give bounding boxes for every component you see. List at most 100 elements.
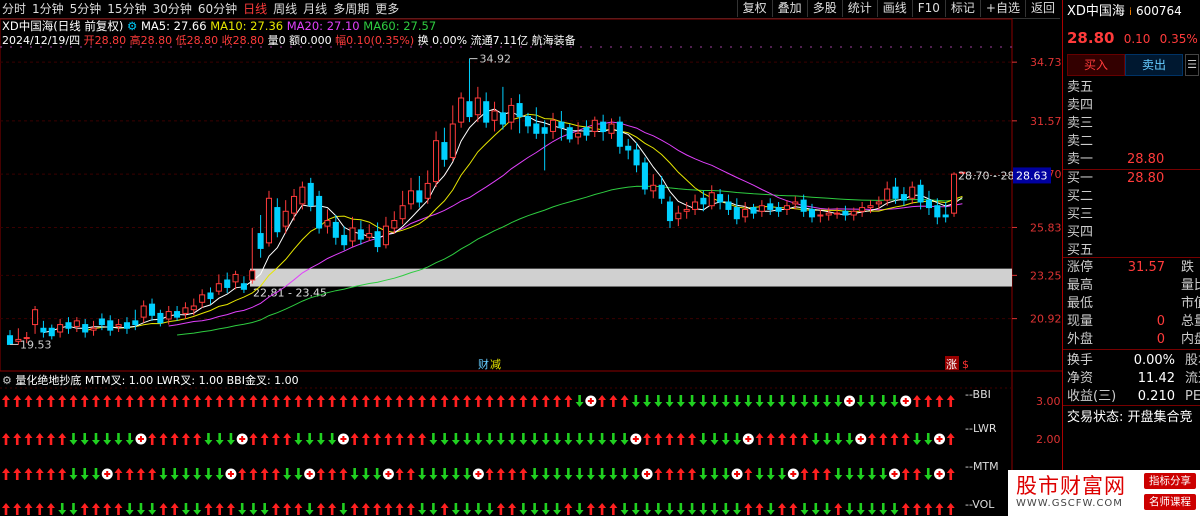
candle[interactable]	[433, 131, 440, 188]
candle[interactable]	[708, 185, 715, 210]
candle[interactable]	[182, 302, 189, 319]
candle[interactable]	[650, 174, 657, 199]
sell-button[interactable]: 卖出	[1125, 54, 1183, 76]
candle[interactable]	[424, 170, 431, 204]
candle[interactable]	[692, 194, 699, 215]
candle[interactable]	[240, 276, 247, 293]
candle[interactable]	[583, 120, 590, 141]
candle[interactable]	[466, 58, 473, 123]
event-caibao[interactable]: 财	[478, 357, 489, 371]
candle[interactable]	[316, 190, 323, 234]
candle[interactable]	[733, 198, 740, 225]
candle[interactable]	[666, 196, 674, 228]
candle[interactable]	[508, 98, 515, 130]
candle[interactable]	[291, 189, 298, 221]
candle[interactable]	[232, 270, 239, 290]
candle[interactable]	[265, 190, 273, 247]
candle[interactable]	[608, 118, 615, 139]
signal-down-arrow-icon	[710, 503, 719, 515]
candle[interactable]	[441, 127, 448, 167]
candle[interactable]	[549, 112, 557, 139]
event-jian[interactable]: 减	[490, 358, 501, 371]
candle[interactable]	[148, 298, 156, 321]
candle[interactable]	[725, 194, 732, 215]
candle[interactable]	[257, 215, 264, 258]
event-dollar[interactable]: $	[962, 358, 969, 371]
candle[interactable]	[950, 172, 958, 217]
candle[interactable]	[750, 203, 757, 219]
candle[interactable]	[533, 107, 540, 139]
candle[interactable]	[909, 181, 916, 204]
candle[interactable]	[199, 289, 206, 308]
candle[interactable]	[349, 216, 356, 247]
indicator-settings-icon[interactable]: ⚙	[2, 374, 12, 387]
candle[interactable]	[717, 189, 724, 210]
candle[interactable]	[57, 319, 64, 338]
candle[interactable]	[483, 92, 490, 128]
candle[interactable]	[616, 116, 623, 154]
kline-chart[interactable]: 34.7331.5728.7025.8323.2520.9222.81 - 23…	[0, 0, 1062, 516]
candle[interactable]	[758, 200, 765, 217]
candle[interactable]	[207, 287, 214, 305]
candle[interactable]	[332, 215, 339, 245]
candle[interactable]	[366, 224, 373, 241]
candle[interactable]	[842, 205, 849, 221]
candle[interactable]	[900, 187, 907, 206]
candle[interactable]	[6, 330, 14, 345]
candle[interactable]	[416, 176, 423, 208]
stat2-label: 收益(三)	[1067, 389, 1117, 404]
candle[interactable]	[140, 300, 147, 323]
signal-down-arrow-icon	[620, 503, 629, 515]
candle[interactable]	[40, 320, 47, 338]
candle[interactable]	[90, 320, 97, 336]
candle[interactable]	[374, 222, 381, 253]
candle[interactable]	[32, 306, 39, 334]
candle[interactable]	[600, 114, 607, 141]
buy-button[interactable]: 买入	[1067, 54, 1125, 76]
candle[interactable]	[249, 228, 256, 284]
candle[interactable]	[675, 205, 682, 227]
candle[interactable]	[491, 101, 498, 132]
candle[interactable]	[458, 92, 465, 128]
candle[interactable]	[190, 298, 197, 316]
candle[interactable]	[524, 112, 531, 134]
candle[interactable]	[65, 317, 72, 334]
candle[interactable]	[357, 220, 364, 245]
candle[interactable]	[407, 177, 415, 210]
candle[interactable]	[633, 142, 640, 173]
candle[interactable]	[566, 124, 573, 143]
candle[interactable]	[449, 105, 456, 162]
candle[interactable]	[274, 198, 281, 238]
candle[interactable]	[859, 202, 866, 217]
indicator-line-label: --LWR	[965, 422, 997, 435]
candle[interactable]	[817, 209, 824, 223]
candle[interactable]	[215, 274, 222, 295]
candle[interactable]	[391, 211, 398, 234]
candle[interactable]	[775, 202, 782, 217]
candle[interactable]	[925, 190, 932, 215]
candle[interactable]	[499, 86, 506, 130]
candle[interactable]	[641, 157, 648, 195]
candle[interactable]	[123, 317, 130, 334]
candle[interactable]	[115, 319, 122, 332]
candle[interactable]	[341, 226, 348, 251]
candle[interactable]	[399, 190, 406, 225]
candle[interactable]	[591, 116, 598, 137]
candle[interactable]	[474, 86, 481, 123]
candle[interactable]	[82, 319, 89, 338]
candle[interactable]	[767, 198, 774, 215]
candle[interactable]	[73, 317, 80, 332]
quote-menu-icon[interactable]: ☰	[1185, 54, 1199, 76]
candle[interactable]	[800, 194, 807, 217]
candle[interactable]	[783, 200, 790, 215]
candle[interactable]	[742, 202, 749, 223]
candle[interactable]	[48, 324, 55, 340]
signal-down-arrow-icon	[541, 433, 550, 445]
candle[interactable]	[324, 209, 331, 234]
candle[interactable]	[516, 94, 523, 134]
event-zhang[interactable]: 涨	[946, 358, 957, 371]
candle[interactable]	[382, 216, 389, 249]
signal-up-arrow-icon	[676, 433, 685, 445]
candle[interactable]	[917, 179, 924, 210]
candle[interactable]	[625, 138, 632, 160]
